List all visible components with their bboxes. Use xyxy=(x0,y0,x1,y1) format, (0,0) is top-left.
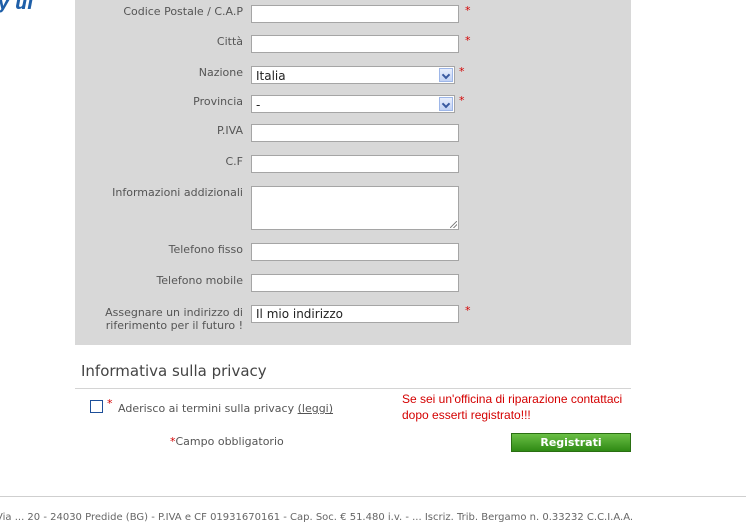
citta-required-marker: * xyxy=(465,34,471,47)
telefono-mobile-label: Telefono mobile xyxy=(156,274,243,287)
provincia-selected-value: - xyxy=(256,98,261,112)
chevron-down-icon[interactable] xyxy=(439,97,453,111)
citta-label: Città xyxy=(216,35,243,48)
telefono-fisso-label: Telefono fisso xyxy=(168,243,243,256)
privacy-title: Informativa sulla privacy xyxy=(81,362,267,380)
provincia-label: Provincia xyxy=(193,95,243,108)
logo-fragment: y ul xyxy=(0,0,33,14)
indirizzo-required-marker: * xyxy=(465,304,471,317)
piva-label: P.IVA xyxy=(216,124,243,137)
footer-divider xyxy=(0,496,746,497)
workshop-notice: Se sei un'officina di riparazione contat… xyxy=(402,391,662,423)
workshop-notice-line2: dopo esserti registrato!!! xyxy=(402,408,531,422)
privacy-checkbox[interactable] xyxy=(90,400,103,413)
telefono-fisso-input[interactable] xyxy=(251,243,459,261)
nazione-required-marker: * xyxy=(459,65,465,78)
privacy-read-link[interactable]: (leggi) xyxy=(298,402,333,415)
mandatory-text: Campo obbligatorio xyxy=(175,435,284,448)
cap-input[interactable] xyxy=(251,5,459,23)
register-button[interactable]: Registrati xyxy=(511,433,631,452)
indirizzo-label-line2: riferimento per il futuro ! xyxy=(105,319,243,332)
indirizzo-input[interactable]: Il mio indirizzo xyxy=(251,305,459,323)
privacy-agree-text: Aderisco ai termini sulla privacy xyxy=(118,402,295,415)
nazione-selected-value: Italia xyxy=(256,69,286,83)
registration-form-panel: Codice Postale / C.A.P * Città * Nazione… xyxy=(75,0,631,345)
mandatory-field-note: *Campo obbligatorio xyxy=(170,435,284,448)
cap-label: Codice Postale / C.A.P xyxy=(123,5,243,18)
indirizzo-label-line1: Assegnare un indirizzo di xyxy=(105,306,243,319)
cf-label: C.F xyxy=(225,155,243,168)
info-textarea[interactable] xyxy=(251,186,459,230)
citta-input[interactable] xyxy=(251,35,459,53)
provincia-select[interactable]: - xyxy=(251,95,455,113)
privacy-agree: Aderisco ai termini sulla privacy (leggi… xyxy=(118,402,333,415)
info-label: Informazioni addizionali xyxy=(112,186,243,199)
provincia-required-marker: * xyxy=(459,94,465,107)
nazione-select[interactable]: Italia xyxy=(251,66,455,84)
privacy-required-marker: * xyxy=(107,397,113,410)
piva-input[interactable] xyxy=(251,124,459,142)
workshop-notice-line1: Se sei un'officina di riparazione contat… xyxy=(402,392,623,406)
divider xyxy=(75,388,631,389)
cf-input[interactable] xyxy=(251,155,459,173)
chevron-down-icon[interactable] xyxy=(439,68,453,82)
telefono-mobile-input[interactable] xyxy=(251,274,459,292)
cap-required-marker: * xyxy=(465,4,471,17)
footer-text: Via ... 20 - 24030 Predide (BG) - P.IVA … xyxy=(0,512,634,523)
resize-grip-icon[interactable] xyxy=(450,221,457,228)
nazione-label: Nazione xyxy=(198,66,243,79)
